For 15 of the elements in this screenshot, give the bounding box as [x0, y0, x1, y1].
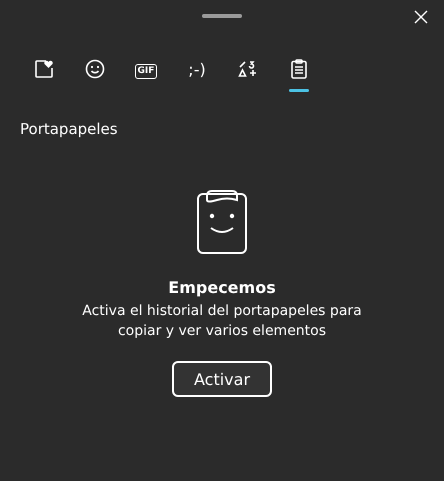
smiley-icon	[85, 59, 105, 79]
section-title: Portapapeles	[19, 119, 119, 138]
gif-label: GIF	[134, 64, 158, 79]
heart-card-icon	[34, 59, 54, 79]
clipboard-icon	[290, 59, 308, 79]
category-tab[interactable]: GIF	[126, 44, 166, 92]
drag-handle[interactable]	[202, 14, 242, 18]
smiling-clipboard-icon	[197, 190, 247, 254]
activate-button[interactable]: Activar	[172, 361, 272, 397]
empty-state-description: Activa el historial del portapapeles para copiar y ver varios elementos	[81, 302, 363, 341]
category-tab[interactable]: ;-)	[177, 44, 217, 92]
symbols-icon	[238, 59, 258, 79]
empty-state-title: Empecemos	[168, 278, 276, 297]
kaomoji-label: ;-)	[188, 60, 206, 79]
close-icon	[414, 10, 428, 24]
